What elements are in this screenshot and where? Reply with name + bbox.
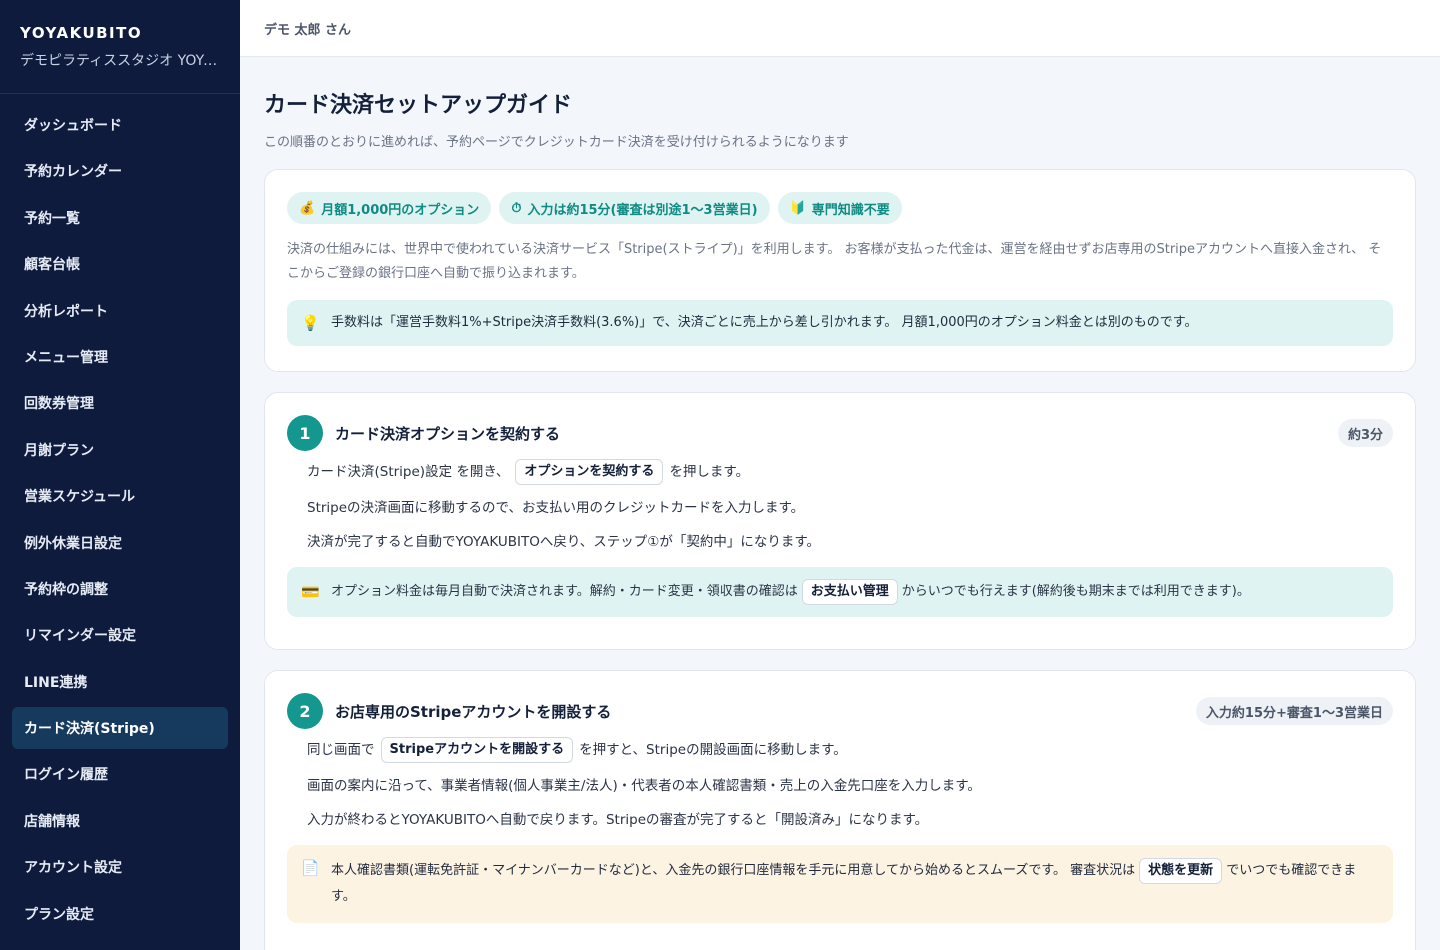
note-text: からいつでも行えます(解約後も期末までは利用できます)。 (901, 584, 1250, 599)
step-title: カード決済オプションを契約する (335, 424, 561, 443)
note-text: オプション料金は毎月自動で決済されます。解約・カード変更・領収書の確認は (331, 584, 798, 599)
sidebar-item[interactable]: 予約一覧 (12, 197, 228, 239)
page-subtitle: この順番のとおりに進めれば、予約ページでクレジットカード決済を受け付けられるよう… (264, 135, 849, 150)
main-content: カード決済セットアップガイド この順番のとおりに進めれば、予約ページでクレジット… (264, 57, 1416, 950)
instruction-text: を押すと、Stripeの開設画面に移動します。 (579, 742, 847, 758)
step-instruction: 画面の案内に沿って、事業者情報(個人事業主/法人)・代表者の本人確認書類・売上の… (307, 778, 981, 794)
beginner-mark-icon: 🔰 (789, 200, 806, 216)
step-1-card: 1 カード決済オプションを契約する 約3分 カード決済(Stripe)設定 を開… (264, 392, 1416, 650)
sidebar: YOYAKUBITO デモピラティススタジオ YOYAKUBITO ダッシュボー… (0, 0, 240, 950)
step-header: 2 お店専用のStripeアカウントを開設する 入力約15分+審査1〜3営業日 (287, 693, 1393, 729)
billing-note: 💳 オプション料金は毎月自動で決済されます。解約・カード変更・領収書の確認は お… (287, 567, 1393, 617)
sidebar-item[interactable]: ダッシュボード (12, 104, 228, 146)
subscribe-option-button[interactable]: オプションを契約する (515, 459, 664, 485)
step-body: カード決済(Stripe)設定 を開き、 オプションを契約する を押します。 S… (287, 459, 1393, 553)
chip-time: ⏱ 入力は約15分(審査は別途1〜3営業日) (499, 192, 770, 224)
brand-name: YOYAKUBITO (20, 24, 143, 42)
payment-management-button[interactable]: お支払い管理 (801, 579, 898, 605)
intro-description: 決済の仕組みには、世界中で使われている決済サービス「Stripe(ストライプ)」… (287, 242, 1382, 281)
brand-block: YOYAKUBITO デモピラティススタジオ YOYAKUBITO (0, 0, 240, 94)
money-bag-icon: 💰 (299, 200, 316, 216)
sidebar-item[interactable]: 顧客台帳 (12, 243, 228, 285)
sidebar-item[interactable]: アカウント設定 (12, 846, 228, 888)
chip-price: 💰 月額1,000円のオプション (287, 192, 492, 224)
sidebar-item[interactable]: メニュー管理 (12, 336, 228, 378)
instruction-text: 同じ画面で (307, 742, 375, 758)
step-instruction: Stripeの決済画面に移動するので、お支払い用のクレジットカードを入力します。 (307, 500, 805, 516)
sidebar-item[interactable]: ログイン履歴 (12, 753, 228, 795)
instruction-text: を押します。 (669, 464, 750, 480)
credit-card-icon: 💳 (301, 583, 320, 601)
sidebar-item[interactable]: 月謝プラン (12, 429, 228, 471)
chip-label: 月額1,000円のオプション (321, 202, 480, 218)
page-title: カード決済セットアップガイド (264, 93, 573, 118)
sidebar-item[interactable]: プラン設定 (12, 893, 228, 935)
sidebar-item[interactable]: 例外休業日設定 (12, 522, 228, 564)
step-2-card: 2 お店専用のStripeアカウントを開設する 入力約15分+審査1〜3営業日 … (264, 670, 1416, 950)
step-instruction: 決済が完了すると自動でYOYAKUBITOへ戻り、ステップ①が「契約中」になりま… (307, 534, 821, 550)
step-instruction: カード決済(Stripe)設定 を開き、 オプションを契約する を押します。 (307, 459, 1393, 485)
fee-note-text: 手数料は「運営手数料1%+Stripe決済手数料(3.6%)」で、決済ごとに売上… (331, 315, 1198, 330)
open-stripe-account-button[interactable]: Stripeアカウントを開設する (380, 737, 574, 763)
chip-label: 専門知識不要 (811, 202, 890, 218)
step-instruction: 同じ画面で Stripeアカウントを開設する を押すと、Stripeの開設画面に… (307, 737, 1393, 763)
sidebar-item[interactable]: カード決済(Stripe) (12, 707, 228, 750)
sidebar-item[interactable]: 予約カレンダー (12, 150, 228, 192)
sidebar-item[interactable]: 店舗情報 (12, 800, 228, 842)
refresh-status-button[interactable]: 状態を更新 (1139, 858, 1223, 884)
sidebar-item[interactable]: LINE連携 (12, 661, 228, 703)
stopwatch-icon: ⏱ (511, 200, 522, 216)
studio-name: デモピラティススタジオ YOYAKUBITO (20, 53, 220, 69)
instruction-text: カード決済(Stripe)設定 を開き、 (307, 464, 510, 480)
step-title: お店専用のStripeアカウントを開設する (335, 702, 612, 721)
chip-label: 入力は約15分(審査は別途1〜3営業日) (527, 202, 758, 218)
step-body: 同じ画面で Stripeアカウントを開設する を押すと、Stripeの開設画面に… (287, 737, 1393, 831)
sidebar-item[interactable]: 営業スケジュール (12, 475, 228, 517)
fee-note: 💡 手数料は「運営手数料1%+Stripe決済手数料(3.6%)」で、決済ごとに… (287, 300, 1393, 346)
note-text: 本人確認書類(運転免許証・マイナンバーカードなど)と、入金先の銀行口座情報を手元… (331, 863, 1136, 878)
billing-note-text: オプション料金は毎月自動で決済されます。解約・カード変更・領収書の確認は お支払… (331, 579, 1250, 605)
feature-chips: 💰 月額1,000円のオプション ⏱ 入力は約15分(審査は別途1〜3営業日) … (287, 192, 1393, 224)
document-icon: 📄 (301, 859, 320, 877)
user-name[interactable]: デモ 太郎 さん (264, 19, 351, 38)
sidebar-item[interactable]: リマインダー設定 (12, 614, 228, 656)
preparation-note: 📄 本人確認書類(運転免許証・マイナンバーカードなど)と、入金先の銀行口座情報を… (287, 845, 1393, 923)
time-badge: 入力約15分+審査1〜3営業日 (1195, 697, 1393, 725)
sidebar-item[interactable]: 分析レポート (12, 290, 228, 332)
step-header: 1 カード決済オプションを契約する 約3分 (287, 415, 1393, 451)
sidebar-nav: ダッシュボード 予約カレンダー 予約一覧 顧客台帳分析レポート メニュー管理 回数券管理月… (0, 94, 240, 935)
preparation-note-text: 本人確認書類(運転免許証・マイナンバーカードなど)と、入金先の銀行口座情報を手元… (331, 858, 1379, 910)
step-instruction: 入力が終わるとYOYAKUBITOへ自動で戻ります。Stripeの審査が完了する… (307, 812, 929, 828)
lightbulb-icon: 💡 (301, 314, 320, 332)
time-badge: 約3分 (1337, 419, 1393, 447)
step-number: 2 (287, 693, 323, 729)
step-number: 1 (287, 415, 323, 451)
sidebar-item[interactable]: 回数券管理 (12, 382, 228, 424)
chip-beginner: 🔰 専門知識不要 (777, 192, 902, 224)
sidebar-item[interactable]: 予約枠の調整 (12, 568, 228, 610)
intro-card: 💰 月額1,000円のオプション ⏱ 入力は約15分(審査は別途1〜3営業日) … (264, 169, 1416, 372)
top-bar: デモ 太郎 さん (240, 0, 1440, 57)
